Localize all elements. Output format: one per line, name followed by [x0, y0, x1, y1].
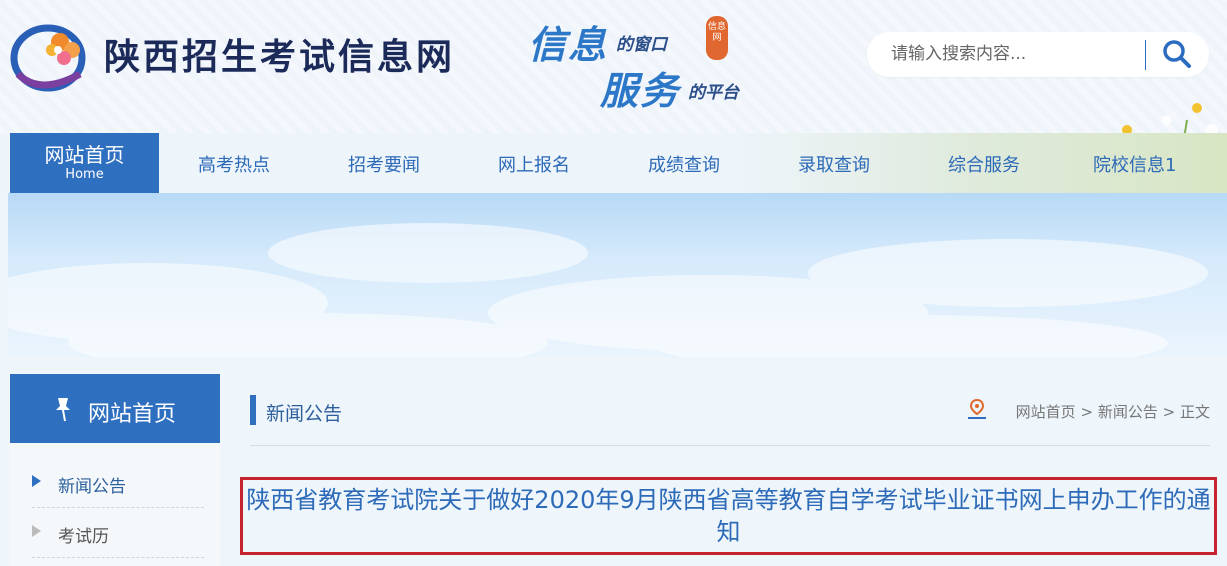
search-icon	[1163, 39, 1191, 68]
sidebar-title: 网站首页	[88, 402, 177, 427]
main-nav: 网站首页 Home 高考热点 招考要闻 网上报名 成绩查询 录取查询 综合服务 …	[0, 133, 1227, 193]
breadcrumb-separator: >	[1080, 403, 1094, 421]
arrow-right-icon	[32, 475, 41, 487]
nav-item-online-register[interactable]: 网上报名	[498, 151, 570, 177]
sidebar-item-label: 考试历	[58, 527, 109, 547]
nav-item-services[interactable]: 综合服务	[948, 151, 1020, 177]
slogan-seal: 信息网	[706, 16, 728, 60]
sidebar-item-label: 新闻公告	[58, 477, 126, 497]
nav-item-school-info[interactable]: 院校信息1	[1093, 151, 1176, 177]
sidebar-item-news[interactable]: 新闻公告	[32, 458, 204, 508]
breadcrumb-news[interactable]: 新闻公告	[1098, 403, 1158, 421]
breadcrumb-home[interactable]: 网站首页	[1016, 403, 1076, 421]
nav-item-news[interactable]: 招考要闻	[348, 151, 420, 177]
section-title: 新闻公告	[266, 403, 343, 425]
article-title: 陕西省教育考试院关于做好2020年9月陕西省高等教育自学考试毕业证书网上申办工作…	[246, 486, 1211, 546]
search-button[interactable]	[1157, 38, 1197, 72]
nav-home[interactable]: 网站首页 Home	[10, 133, 159, 193]
nav-item-score-query[interactable]: 成绩查询	[648, 151, 720, 177]
sidebar-item-exam-calendar[interactable]: 考试历	[32, 508, 204, 558]
site-name[interactable]: 陕西招生考试信息网	[104, 28, 455, 80]
location-icon	[968, 398, 986, 419]
nav-item-admission-query[interactable]: 录取查询	[798, 151, 870, 177]
breadcrumb: 网站首页 > 新闻公告 > 正文	[1016, 401, 1210, 422]
arrow-right-icon	[32, 525, 41, 537]
search-input[interactable]	[891, 42, 1141, 66]
slogan-line2-small: 的平台	[688, 83, 739, 103]
nav-home-sub: Home	[65, 167, 104, 182]
sky-clouds-graphic	[8, 223, 1208, 357]
slogan-line2-big: 服务	[600, 68, 681, 113]
sidebar-header: 网站首页	[10, 374, 220, 443]
slogan-line1-small: 的窗口	[616, 35, 667, 55]
breadcrumb-current: 正文	[1179, 403, 1210, 421]
slogan: 信息 的窗口 信息网 服务 的平台	[528, 8, 768, 113]
slogan-line1-big: 信息	[528, 22, 609, 67]
section-accent-bar	[250, 395, 256, 425]
nav-item-gaokao-hot[interactable]: 高考热点	[198, 151, 270, 177]
sidebar: 网站首页 新闻公告 考试历	[10, 374, 220, 566]
site-logo-icon[interactable]	[10, 14, 92, 92]
breadcrumb-separator: >	[1162, 403, 1176, 421]
site-header: 陕西招生考试信息网 信息 的窗口 信息网 服务 的平台	[0, 0, 1227, 182]
pushpin-icon	[56, 398, 70, 422]
section-header: 新闻公告 网站首页 > 新闻公告 > 正文	[250, 390, 1210, 446]
search-divider	[1145, 40, 1146, 70]
article-title-highlight: 陕西省教育考试院关于做好2020年9月陕西省高等教育自学考试毕业证书网上申办工作…	[240, 477, 1217, 555]
nav-home-label: 网站首页	[44, 143, 125, 167]
banner-image	[8, 193, 1227, 357]
